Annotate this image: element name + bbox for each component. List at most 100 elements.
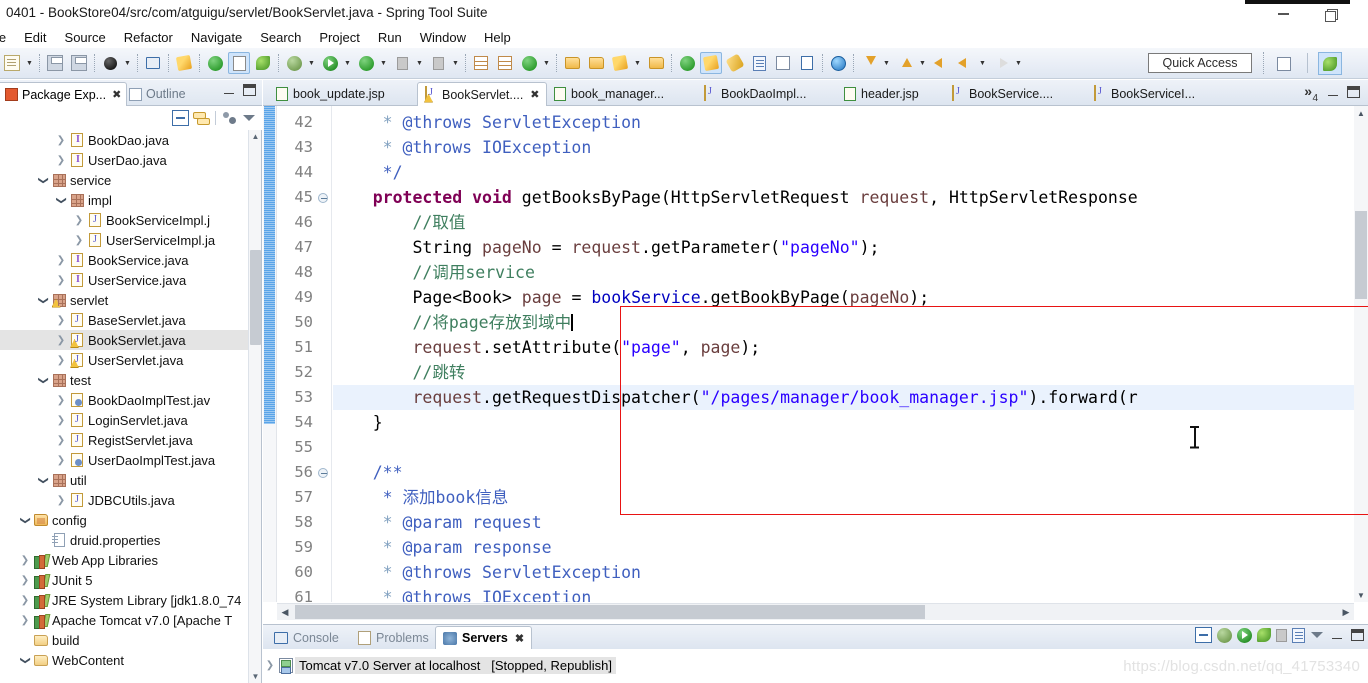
back-button[interactable] [954, 52, 976, 74]
menu-help[interactable]: Help [475, 28, 520, 47]
back-dropdown[interactable] [977, 52, 988, 74]
chevron-right-icon[interactable] [54, 275, 68, 286]
user-button[interactable] [99, 52, 121, 74]
code-line[interactable]: } [333, 410, 1354, 435]
editor-tab-bookservice[interactable]: BookService.... [945, 82, 1087, 106]
tree-item-bookdao-java[interactable]: BookDao.java [0, 130, 248, 150]
editor-tab-bookdaoimpl[interactable]: BookDaoImpl... [697, 82, 837, 106]
new-server-icon[interactable] [1195, 627, 1212, 643]
chevron-right-icon[interactable] [18, 555, 32, 566]
menu-refactor[interactable]: Refactor [115, 28, 182, 47]
maximize-icon[interactable] [1351, 629, 1364, 641]
new-file-button[interactable] [1, 52, 23, 74]
chevron-right-icon[interactable] [54, 435, 68, 446]
tree-item-userservice-java[interactable]: UserService.java [0, 270, 248, 290]
tab-outline[interactable]: Outline [124, 82, 191, 106]
editor-tab-bookservlet[interactable]: BookServlet.... ✖ [417, 82, 547, 106]
tree-item-bookserviceimpl-j[interactable]: BookServiceImpl.j [0, 210, 248, 230]
editor-tab-bookservicei[interactable]: BookServiceI... [1087, 82, 1227, 106]
profile-dropdown[interactable] [450, 52, 461, 74]
scroll-down-icon[interactable]: ▼ [249, 670, 262, 683]
tree-item-bookservlet-java[interactable]: BookServlet.java [0, 330, 248, 350]
fold-collapse-icon[interactable] [316, 460, 329, 485]
run-dropdown[interactable] [342, 52, 353, 74]
code-line[interactable]: protected void getBooksByPage(HttpServle… [333, 185, 1354, 210]
forward-button[interactable] [990, 52, 1012, 74]
menu-search[interactable]: Search [251, 28, 310, 47]
code-line[interactable]: * @throws ServletException [333, 110, 1354, 135]
chevron-right-icon[interactable] [18, 595, 32, 606]
tab-servers[interactable]: Servers ✖ [435, 626, 533, 649]
editor-code-content[interactable]: * @throws ServletException * @throws IOE… [333, 106, 1354, 602]
debug-server-icon[interactable] [1217, 627, 1232, 643]
forward-dropdown[interactable] [1013, 52, 1024, 74]
save-all-button[interactable] [68, 52, 90, 74]
link-with-editor-icon[interactable] [193, 111, 210, 125]
code-line[interactable]: * @throws IOException [333, 585, 1354, 602]
minimize-view-button[interactable] [222, 84, 236, 98]
code-line[interactable]: //调用service [333, 260, 1354, 285]
collapse-all-icon[interactable] [172, 110, 189, 126]
open-task-button[interactable] [645, 52, 667, 74]
tree-item-servlet[interactable]: servlet [0, 290, 248, 310]
debug-dropdown[interactable] [306, 52, 317, 74]
chevron-right-icon[interactable] [18, 615, 32, 626]
open-resource-button[interactable] [585, 52, 607, 74]
tree-item-apache-tomcat-v7-0-apache-t[interactable]: Apache Tomcat v7.0 [Apache T [0, 610, 248, 630]
code-line[interactable]: * 添加book信息 [333, 485, 1354, 510]
tree-item-util[interactable]: util [0, 470, 248, 490]
paragraph-button[interactable] [796, 52, 818, 74]
table-button[interactable] [772, 52, 794, 74]
new-class-button[interactable] [518, 52, 540, 74]
code-line[interactable]: request.getRequestDispatcher("/pages/man… [333, 385, 1354, 410]
tree-item-userdaoimpltest-java[interactable]: UserDaoImplTest.java [0, 450, 248, 470]
open-type-button[interactable] [561, 52, 583, 74]
tree-item-junit-5[interactable]: JUnit 5 [0, 570, 248, 590]
publish-icon[interactable] [1292, 627, 1305, 643]
export-button[interactable] [748, 52, 770, 74]
open-browser-button[interactable] [827, 52, 849, 74]
tree-item-service[interactable]: service [0, 170, 248, 190]
scrollbar-thumb[interactable] [250, 250, 261, 345]
run-as-server-button[interactable] [355, 52, 377, 74]
minimize-icon[interactable] [1329, 627, 1346, 643]
chevron-down-icon[interactable] [36, 175, 50, 186]
chevron-right-icon[interactable] [54, 255, 68, 266]
editor-tab-header-jsp[interactable]: header.jsp [837, 82, 945, 106]
menu-file[interactable]: le [0, 28, 15, 47]
mark-button[interactable] [724, 52, 746, 74]
scrollbar-thumb[interactable] [1355, 211, 1367, 299]
new-file-dropdown[interactable] [24, 52, 35, 74]
fold-collapse-icon[interactable] [316, 185, 329, 210]
tree-item-bookservice-java[interactable]: BookService.java [0, 250, 248, 270]
tab-package-explorer[interactable]: Package Exp... ✖ [0, 82, 128, 106]
link-button[interactable] [173, 52, 195, 74]
run-as-dropdown[interactable] [378, 52, 389, 74]
code-line[interactable]: //取值 [333, 210, 1354, 235]
chevron-right-icon[interactable] [54, 415, 68, 426]
restore-button[interactable] [1315, 4, 1345, 24]
menu-run[interactable]: Run [369, 28, 411, 47]
stop-button[interactable] [391, 52, 413, 74]
chevron-down-icon[interactable] [36, 295, 50, 306]
last-edit-button[interactable] [930, 52, 952, 74]
tree-item-jre-system-library-jdk1-8-0-74[interactable]: JRE System Library [jdk1.8.0_74 [0, 590, 248, 610]
tree-item-test[interactable]: test [0, 370, 248, 390]
profile-button[interactable] [427, 52, 449, 74]
chevron-right-icon[interactable] [54, 335, 68, 346]
stop-server-icon[interactable] [1276, 628, 1287, 642]
close-icon[interactable]: ✖ [112, 88, 121, 101]
tree-item-web-app-libraries[interactable]: Web App Libraries [0, 550, 248, 570]
editor-overflow-indicator[interactable]: » [1304, 83, 1312, 99]
tree-item-build[interactable]: build [0, 630, 248, 650]
chevron-right-icon[interactable] [54, 155, 68, 166]
project-tree[interactable]: BookDao.java UserDao.java service impl BookS… [0, 130, 248, 683]
new-java-project-button[interactable] [470, 52, 492, 74]
tree-item-loginservlet-java[interactable]: LoginServlet.java [0, 410, 248, 430]
minimize-editor-button[interactable] [1326, 86, 1340, 98]
scroll-right-icon[interactable]: ▶ [1338, 604, 1354, 620]
new-class-dropdown[interactable] [541, 52, 552, 74]
prev-annotation-dropdown[interactable] [917, 52, 928, 74]
tree-item-userservlet-java[interactable]: UserServlet.java [0, 350, 248, 370]
view-menu-dots-icon[interactable] [222, 111, 238, 125]
